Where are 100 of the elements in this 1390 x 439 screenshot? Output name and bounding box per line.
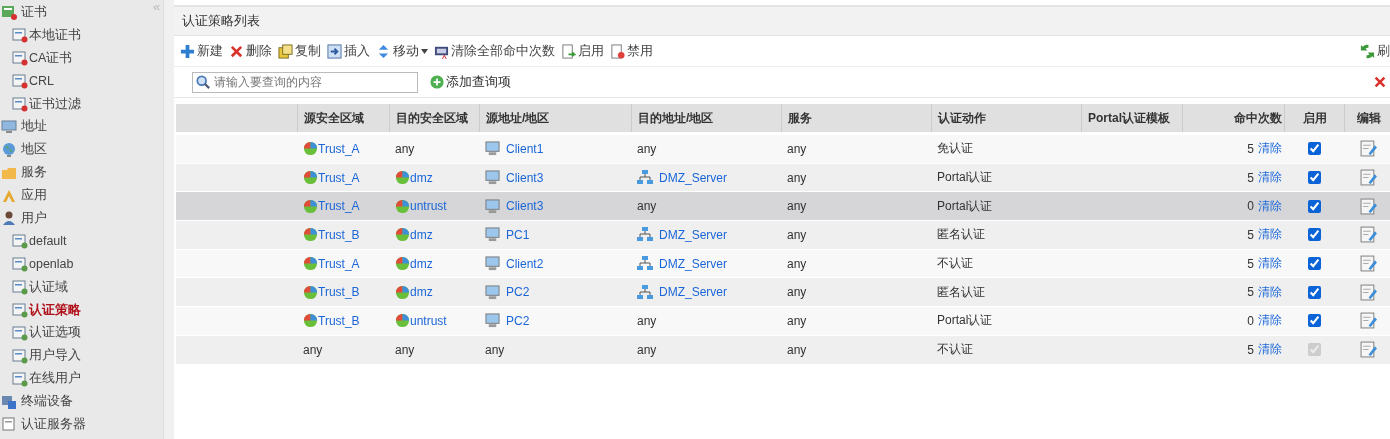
toolbar-button[interactable]: 禁用 bbox=[610, 42, 653, 60]
address-link[interactable]: DMZ_Server bbox=[659, 285, 727, 300]
edit-icon[interactable] bbox=[1359, 283, 1377, 301]
sidebar-item[interactable]: 应用 bbox=[0, 184, 148, 207]
column-header[interactable]: 源安全区域 bbox=[297, 104, 389, 132]
zone-link[interactable]: dmz bbox=[395, 227, 433, 243]
sidebar-item[interactable]: 证书过滤 bbox=[0, 92, 148, 116]
edit-icon[interactable] bbox=[1359, 169, 1377, 187]
edit-icon[interactable] bbox=[1359, 312, 1377, 330]
table-row[interactable] bbox=[176, 192, 1390, 221]
clear-link[interactable]: 清除 bbox=[1258, 169, 1282, 187]
address-link[interactable]: Client3 bbox=[506, 170, 544, 185]
enable-checkbox[interactable] bbox=[1307, 314, 1321, 328]
table-row[interactable] bbox=[176, 135, 1390, 163]
clear-link[interactable]: 清除 bbox=[1258, 226, 1282, 244]
enable-checkbox[interactable] bbox=[1307, 228, 1321, 242]
address-link[interactable]: Client2 bbox=[506, 256, 544, 271]
column-header[interactable]: 命中次数 bbox=[1182, 104, 1284, 132]
sidebar-item[interactable]: openlab bbox=[0, 252, 148, 276]
zone-link[interactable]: Trust_A bbox=[303, 198, 360, 214]
toolbar-button[interactable]: 移动 bbox=[376, 42, 428, 60]
column-header[interactable]: 认证动作 bbox=[931, 104, 1081, 132]
toolbar-button[interactable]: 复制 bbox=[278, 42, 321, 60]
enable-checkbox[interactable] bbox=[1307, 171, 1321, 185]
sidebar-item[interactable]: 服务 bbox=[0, 161, 148, 185]
table-row[interactable] bbox=[176, 249, 1390, 278]
sidebar-item[interactable]: CRL bbox=[0, 69, 148, 93]
column-header[interactable]: 编辑 bbox=[1344, 104, 1390, 132]
toolbar-button[interactable]: 新建 bbox=[180, 42, 223, 60]
address-link[interactable]: Client1 bbox=[506, 141, 544, 156]
zone-link[interactable]: dmz bbox=[395, 256, 433, 272]
sidebar-item[interactable]: 终端设备 bbox=[0, 390, 148, 414]
toolbar-button[interactable]: 插入 bbox=[327, 42, 370, 60]
add-query-button[interactable]: 添加查询项 bbox=[430, 73, 511, 91]
column-header[interactable]: Portal认证模板 bbox=[1081, 104, 1182, 132]
table-cell: any bbox=[637, 199, 657, 214]
sidebar-item[interactable]: 认证域 bbox=[0, 275, 148, 299]
edit-icon[interactable] bbox=[1359, 341, 1377, 359]
address-link[interactable]: DMZ_Server bbox=[659, 256, 727, 271]
sidebar-item[interactable]: 认证选项 bbox=[0, 321, 148, 345]
enable-checkbox[interactable] bbox=[1307, 199, 1321, 213]
clear-link[interactable]: 清除 bbox=[1258, 312, 1282, 330]
column-header[interactable]: 服务 bbox=[781, 104, 931, 132]
address-link[interactable]: Client3 bbox=[506, 199, 544, 214]
table-row[interactable] bbox=[176, 163, 1390, 192]
clear-link[interactable]: 清除 bbox=[1258, 283, 1282, 301]
refresh-button[interactable]: 刷 bbox=[1360, 42, 1390, 60]
table-row[interactable] bbox=[176, 278, 1390, 307]
sidebar-item[interactable]: CA证书 bbox=[0, 46, 148, 70]
sidebar-item[interactable]: 证书 bbox=[0, 1, 148, 24]
edit-icon[interactable] bbox=[1359, 226, 1377, 244]
toolbar-button[interactable]: 清除全部命中次数 bbox=[434, 42, 555, 60]
edit-icon[interactable] bbox=[1359, 197, 1377, 215]
address-link[interactable]: PC2 bbox=[506, 313, 530, 328]
column-header[interactable]: 源地址/地区 bbox=[479, 104, 631, 132]
zone-link[interactable]: dmz bbox=[395, 284, 433, 300]
search-field[interactable]: 请输入要查询的内容 bbox=[192, 71, 418, 93]
column-header[interactable]: 目的安全区域 bbox=[389, 104, 479, 132]
address-link[interactable]: PC2 bbox=[506, 285, 530, 300]
monitor-icon bbox=[485, 227, 500, 243]
table-row[interactable] bbox=[176, 221, 1390, 249]
enable-checkbox[interactable] bbox=[1307, 142, 1321, 156]
sidebar-item[interactable]: 认证策略 bbox=[0, 298, 148, 322]
sidebar-item[interactable]: 地址 bbox=[0, 115, 148, 139]
sidebar-item[interactable]: 用户 bbox=[0, 207, 148, 230]
sidebar-item[interactable]: 认证服务器 bbox=[0, 413, 148, 436]
zone-link[interactable]: dmz bbox=[395, 170, 433, 186]
enable-checkbox[interactable] bbox=[1307, 257, 1321, 271]
sidebar-item[interactable]: 地区 bbox=[0, 138, 148, 162]
sidebar-item[interactable]: default bbox=[0, 229, 148, 253]
zone-link[interactable]: Trust_A bbox=[303, 256, 360, 272]
address-link[interactable]: DMZ_Server bbox=[659, 170, 727, 185]
column-header[interactable]: 目的地址/地区 bbox=[631, 104, 781, 132]
monitor-icon bbox=[485, 170, 500, 186]
zone-link[interactable]: untrust bbox=[395, 198, 447, 214]
close-icon[interactable] bbox=[1373, 75, 1387, 89]
address-link[interactable]: PC1 bbox=[506, 227, 530, 242]
clear-link[interactable]: 清除 bbox=[1258, 140, 1282, 158]
zone-link[interactable]: Trust_B bbox=[303, 313, 360, 329]
pie-icon bbox=[395, 284, 410, 300]
sidebar-item[interactable]: 本地证书 bbox=[0, 23, 148, 47]
clear-link[interactable]: 清除 bbox=[1258, 255, 1282, 273]
zone-link[interactable]: Trust_A bbox=[303, 170, 360, 186]
sidebar-item[interactable]: 在线用户 bbox=[0, 367, 148, 391]
edit-icon[interactable] bbox=[1359, 140, 1377, 158]
zone-link[interactable]: Trust_B bbox=[303, 284, 360, 300]
zone-link[interactable]: Trust_A bbox=[303, 141, 360, 157]
edit-icon[interactable] bbox=[1359, 255, 1377, 273]
zone-link[interactable]: Trust_B bbox=[303, 227, 360, 243]
zone-link[interactable]: untrust bbox=[395, 313, 447, 329]
clear-link[interactable]: 清除 bbox=[1258, 197, 1282, 215]
toolbar-button[interactable]: 删除 bbox=[229, 42, 272, 60]
sidebar-item[interactable]: 用户导入 bbox=[0, 344, 148, 368]
table-cell: any bbox=[485, 342, 505, 357]
toolbar-button[interactable]: 启用 bbox=[561, 42, 604, 60]
enable-checkbox[interactable] bbox=[1307, 285, 1321, 299]
table-row[interactable] bbox=[176, 307, 1390, 335]
pie-icon bbox=[303, 284, 318, 300]
address-link[interactable]: DMZ_Server bbox=[659, 227, 727, 242]
column-header[interactable]: 启用 bbox=[1284, 104, 1344, 132]
